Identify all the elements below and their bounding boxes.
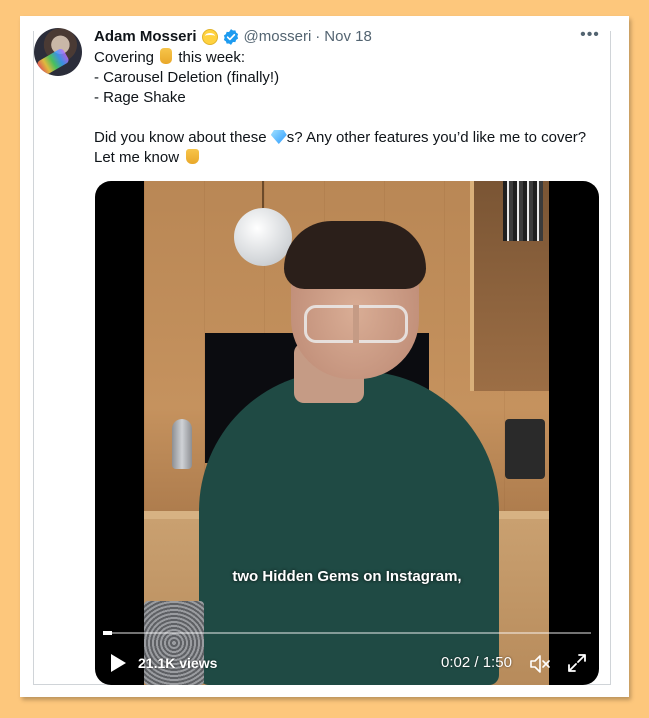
tweet-line-2: - Carousel Deletion (finally!) [94, 69, 280, 86]
gem-stone-icon [270, 130, 287, 144]
backhand-index-pointing-down-icon [186, 149, 200, 164]
video-frame [144, 181, 549, 685]
person-hair [284, 221, 426, 289]
tweet-header: Adam Mosseri @mosseri · Nov 18 [94, 27, 372, 47]
volume-muted-icon[interactable] [529, 653, 551, 675]
speaker [505, 419, 545, 479]
tweet-line-4-end: s? Any other features you’d like me to c… [286, 129, 587, 146]
tweet-line-1-end: this week: [178, 49, 246, 66]
smiling-face-halo-icon [201, 29, 218, 45]
author-name[interactable]: Adam Mosseri [94, 27, 197, 47]
avatar-rainbow-decoration [36, 47, 70, 76]
video-caption: two Hidden Gems on Instagram, [232, 568, 462, 585]
tweet-date[interactable]: Nov 18 [324, 27, 372, 47]
wall-shelf [470, 181, 549, 391]
person-torso [199, 371, 499, 685]
tweet-line-3: - Rage Shake [94, 89, 186, 106]
verified-badge-icon[interactable] [222, 28, 240, 46]
tweet-line-5: Let me know [94, 148, 604, 168]
tweet-line-1-start: Covering [94, 49, 155, 66]
more-options-button[interactable]: ••• [579, 27, 601, 48]
avatar[interactable] [34, 28, 82, 76]
play-icon[interactable] [109, 653, 127, 673]
tweet-line-4-start: Did you know about these [94, 129, 267, 146]
tweet-line-1: Covering this week: [94, 48, 604, 68]
tweet-text: Covering this week: - Carousel Deletion … [94, 48, 604, 168]
view-count: 21.1K views [138, 655, 218, 671]
time-current: 0:02 [441, 654, 471, 671]
progress-track[interactable] [103, 632, 591, 634]
books [503, 181, 543, 241]
computer-tower [144, 601, 204, 685]
microphone [172, 419, 192, 469]
tweet-line-4: Did you know about these s? Any other fe… [94, 128, 604, 148]
fullscreen-icon[interactable] [567, 653, 587, 673]
person-glasses [304, 305, 408, 343]
time-total: 1:50 [482, 654, 512, 671]
pendant-lamp [234, 208, 292, 266]
progress-fill [103, 631, 112, 635]
video-player[interactable]: two Hidden Gems on Instagram, 21.1K view… [95, 181, 599, 685]
author-handle[interactable]: @mosseri [244, 27, 312, 47]
lamp-cord [262, 181, 264, 209]
video-timecode: 0:02 / 1:50 [441, 654, 512, 672]
tweet-line-5-text: Let me know [94, 149, 180, 166]
time-separator: / [470, 654, 483, 671]
meta-separator: · [315, 28, 321, 45]
victory-hand-icon [160, 48, 173, 64]
